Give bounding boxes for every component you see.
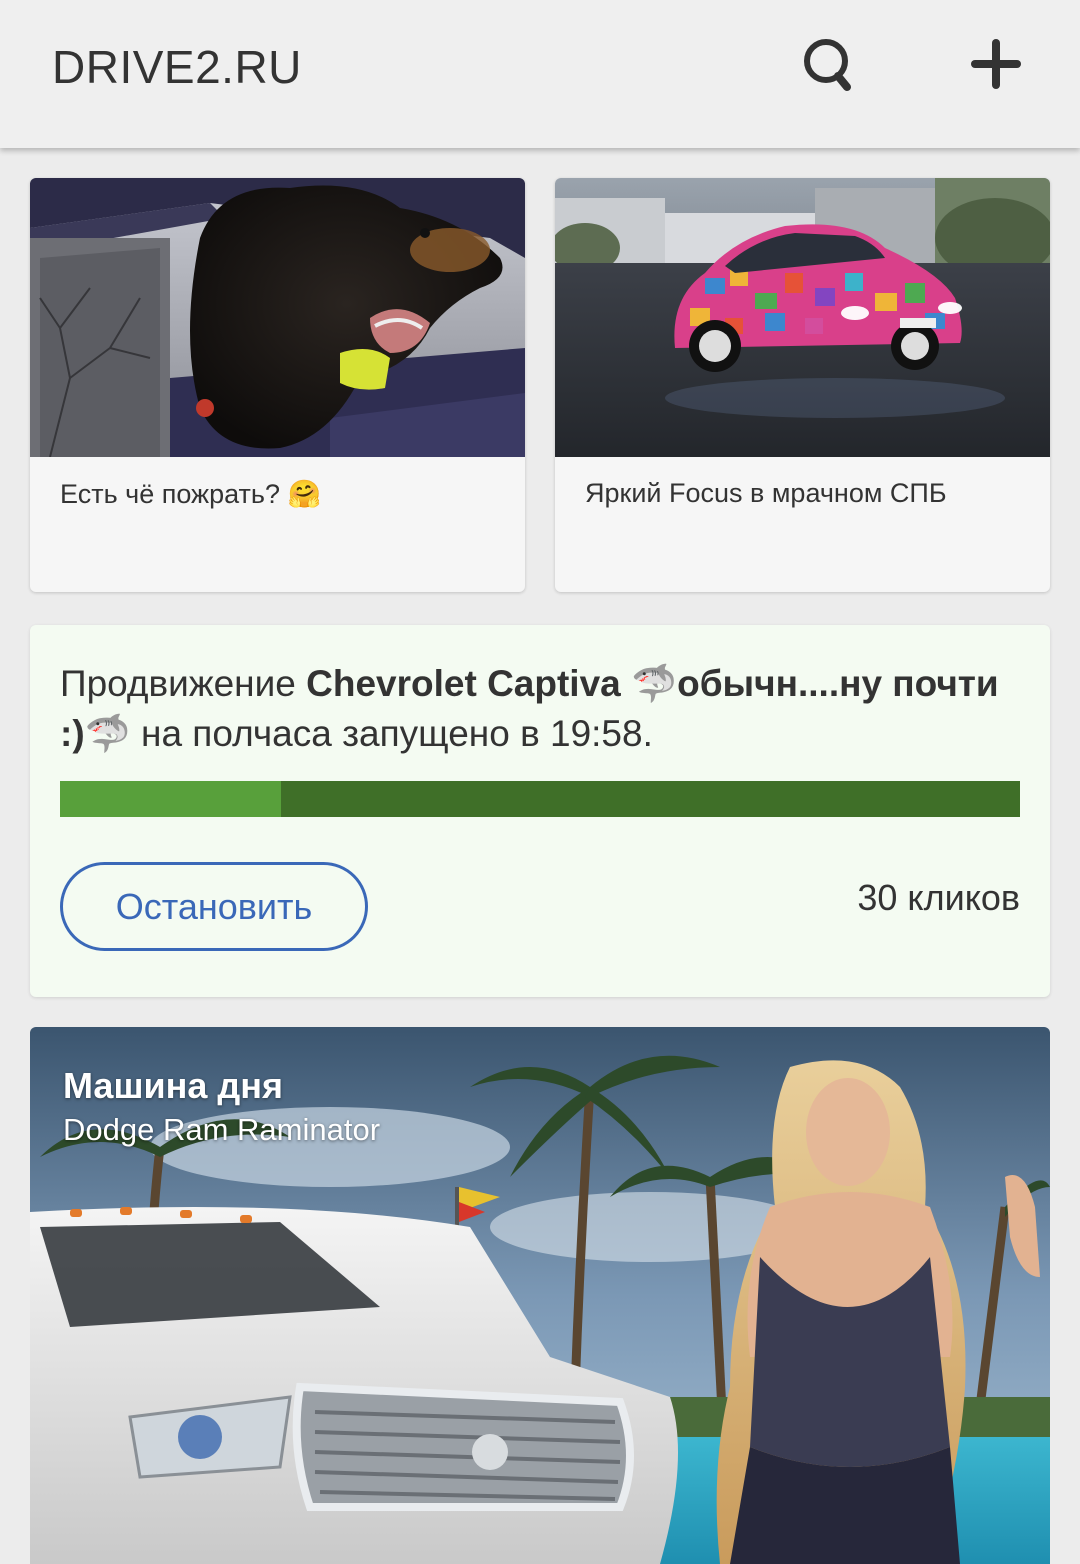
car-of-the-day-heading: Машина дня (63, 1065, 283, 1106)
colorful-ford-focus-photo (555, 178, 1050, 457)
feed-card-caption: Есть чё пожрать? 🤗 (60, 479, 322, 509)
promotion-text: Продвижение Chevrolet Captiva 🦈обычн....… (60, 659, 1020, 759)
plus-icon (971, 39, 1021, 89)
feed-card[interactable]: Есть чё пожрать? 🤗 (30, 178, 525, 592)
search-icon (804, 39, 851, 91)
shark-icon: 🦈 (631, 662, 678, 705)
feed-card-caption: Яркий Focus в мрачном СПБ (585, 478, 947, 508)
car-of-the-day-card[interactable]: Машина дня Dodge Ram Raminator (30, 1027, 1050, 1564)
shark-icon: 🦈 (84, 712, 131, 755)
promotion-progress-fill (60, 781, 281, 817)
car-of-the-day-photo (30, 1027, 1050, 1564)
car-of-the-day-name[interactable]: Dodge Ram Raminator (63, 1112, 380, 1148)
dog-in-car-window-photo (30, 178, 525, 457)
promotion-prefix: Продвижение (60, 663, 307, 704)
stop-button[interactable]: Остановить (60, 862, 368, 951)
promotion-progress-bar (60, 781, 1020, 817)
promotion-suffix: на полчаса запущено в 19:58. (130, 713, 653, 754)
app-title[interactable]: DRIVE2.RU (52, 40, 302, 94)
add-button[interactable] (966, 32, 1026, 96)
promotion-card: Продвижение Chevrolet Captiva 🦈обычн....… (30, 625, 1050, 997)
feed-card[interactable]: Яркий Focus в мрачном СПБ (555, 178, 1050, 592)
clicks-count: 30 кликов (857, 877, 1020, 918)
search-button[interactable] (798, 32, 858, 96)
app-bar: DRIVE2.RU (0, 0, 1080, 148)
